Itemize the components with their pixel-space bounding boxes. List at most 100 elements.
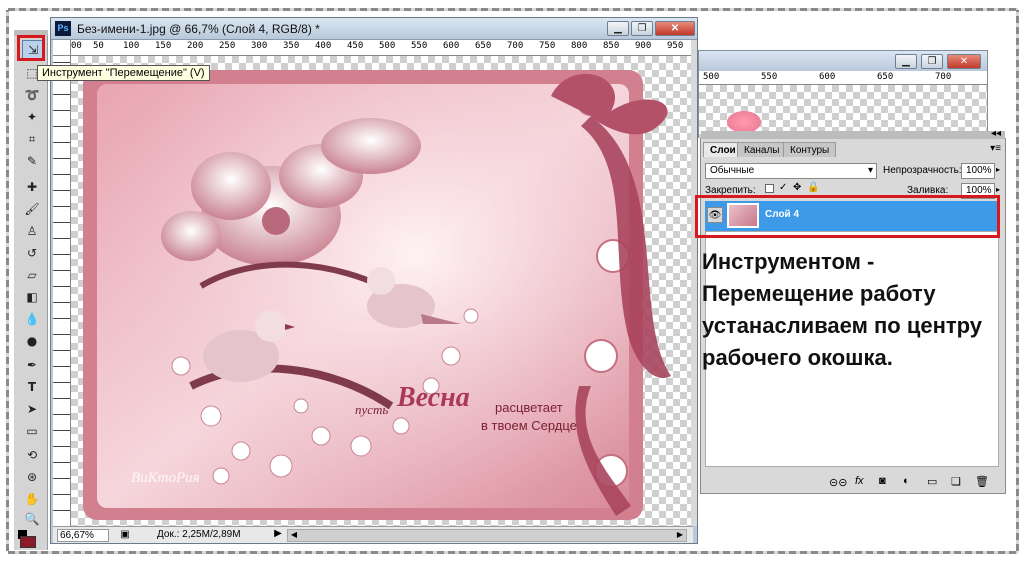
- back-ruler-label: 600: [819, 72, 836, 82]
- hand-tool-icon[interactable]: ✋: [22, 490, 42, 508]
- ruler-label: 450: [347, 41, 364, 51]
- canvas-text-word: Весна: [397, 382, 470, 413]
- brush-tool-icon[interactable]: 🖌: [22, 200, 42, 218]
- lock-position-icon[interactable]: ✥: [793, 182, 801, 193]
- status-menu-arrow-icon[interactable]: ▶: [271, 528, 285, 542]
- back-ruler-label: 650: [877, 72, 894, 82]
- type-tool-icon[interactable]: T: [22, 378, 42, 396]
- layer-style-icon[interactable]: fx: [855, 475, 864, 487]
- paint-bucket-tool-icon[interactable]: ◧: [22, 288, 42, 306]
- document-title: Без-имени-1.jpg @ 66,7% (Слой 4, RGB/8) …: [77, 22, 320, 36]
- panel-collapse-icon[interactable]: ◂◂: [991, 128, 1001, 139]
- crop-tool-icon[interactable]: ⌗: [22, 130, 42, 148]
- scroll-left-icon[interactable]: ◀: [288, 530, 300, 541]
- pen-tool-icon[interactable]: ✒: [22, 356, 42, 374]
- blend-mode-select[interactable]: Обычные ▾: [705, 163, 877, 179]
- dodge-tool-icon[interactable]: ●: [22, 332, 42, 350]
- back-ruler-label: 500: [703, 72, 720, 82]
- new-layer-icon[interactable]: ❏: [951, 475, 961, 488]
- close-button[interactable]: ✕: [655, 21, 695, 36]
- eraser-tool-icon[interactable]: ▱: [22, 266, 42, 284]
- rectangle-tool-icon[interactable]: ▭: [22, 422, 42, 440]
- path-selection-tool-icon[interactable]: ➤: [22, 400, 42, 418]
- document-window: Ps Без-имени-1.jpg @ 66,7% (Слой 4, RGB/…: [50, 17, 698, 544]
- status-info-icon[interactable]: ▣: [117, 529, 133, 542]
- tab-paths[interactable]: Контуры: [783, 142, 837, 157]
- link-layers-icon[interactable]: ⊝⊝: [829, 476, 847, 489]
- ruler-label: 550: [411, 41, 428, 51]
- lock-pixels-icon[interactable]: ✓: [779, 182, 787, 193]
- torn-edge-right: [1016, 10, 1019, 551]
- layers-footer: ⊝⊝ fx ◙ ◐ ▭ ❏ 🗑: [701, 473, 1005, 493]
- background-ruler: 500 550 600 650 700: [699, 71, 987, 85]
- foreground-color-swatch[interactable]: [20, 536, 36, 548]
- delete-layer-icon[interactable]: 🗑: [975, 475, 989, 488]
- ruler-label: 50: [93, 41, 104, 51]
- panel-menu-icon[interactable]: ▾≡: [990, 143, 1001, 154]
- document-size-info: Док.: 2,25M/2,89M: [157, 529, 241, 540]
- minimize-button[interactable]: ▁: [607, 21, 629, 36]
- ruler-vertical[interactable]: [53, 56, 71, 526]
- ruler-label: 00: [71, 41, 82, 51]
- horizontal-scrollbar[interactable]: ◀ ▶: [287, 529, 687, 542]
- background-restore-button[interactable]: ❐: [921, 54, 943, 69]
- 3d-rotate-tool-icon[interactable]: ⟲: [22, 446, 42, 464]
- zoom-field[interactable]: 66,67%: [57, 529, 109, 542]
- healing-brush-tool-icon[interactable]: ✚: [22, 178, 42, 196]
- artwork: [83, 70, 671, 520]
- document-canvas[interactable]: пусть Весна расцветает в твоем Сердце Ви…: [71, 56, 691, 526]
- layers-panel-header: ◂◂: [701, 128, 1005, 139]
- background-close-button[interactable]: ✕: [947, 54, 981, 69]
- ruler-label: 700: [507, 41, 524, 51]
- ruler-label: 900: [635, 41, 652, 51]
- ruler-corner[interactable]: [53, 40, 71, 56]
- photoshop-app-icon: Ps: [55, 21, 71, 36]
- new-group-icon[interactable]: ▭: [927, 475, 937, 488]
- lock-all-icon[interactable]: 🔒: [807, 182, 819, 193]
- background-window-titlebar: [699, 51, 987, 71]
- opacity-label: Непрозрачность:: [883, 165, 962, 176]
- ruler-label: 200: [187, 41, 204, 51]
- move-tool-highlight: [17, 35, 45, 61]
- tab-channels[interactable]: Каналы: [737, 142, 787, 157]
- fill-arrow-icon[interactable]: ▸: [996, 185, 1000, 194]
- layer-row-highlight: [695, 195, 1000, 238]
- ruler-label: 400: [315, 41, 332, 51]
- move-tool-tooltip: Инструмент "Перемещение" (V): [37, 65, 210, 81]
- opacity-field[interactable]: 100%: [961, 163, 995, 179]
- lasso-tool-icon[interactable]: ➰: [22, 86, 42, 104]
- ruler-label: 250: [219, 41, 236, 51]
- eyedropper-tool-icon[interactable]: ✎: [22, 152, 42, 170]
- ruler-label: 750: [539, 41, 556, 51]
- magic-wand-tool-icon[interactable]: ✦: [22, 108, 42, 126]
- opacity-arrow-icon[interactable]: ▸: [996, 165, 1000, 174]
- ruler-label: 500: [379, 41, 396, 51]
- canvas-text-line1: пусть: [355, 402, 389, 417]
- clone-stamp-tool-icon[interactable]: ♙: [22, 222, 42, 240]
- blend-mode-value: Обычные: [710, 165, 755, 176]
- background-flower-preview: [727, 111, 761, 133]
- document-titlebar[interactable]: Ps Без-имени-1.jpg @ 66,7% (Слой 4, RGB/…: [51, 18, 697, 40]
- ruler-horizontal[interactable]: 00 50 100 150 200 250 300 350 400 450 50…: [71, 40, 691, 56]
- signature-text: ВиКтоРия: [131, 470, 200, 486]
- ruler-label: 650: [475, 41, 492, 51]
- restore-button[interactable]: ❐: [631, 21, 653, 36]
- back-ruler-label: 700: [935, 72, 952, 82]
- scroll-right-icon[interactable]: ▶: [674, 530, 686, 541]
- canvas-text-line2: расцветает: [495, 400, 563, 415]
- adjustment-layer-icon[interactable]: ◐: [903, 475, 910, 487]
- back-ruler-label: 550: [761, 72, 778, 82]
- background-window: ▁ ❐ ✕ 500 550 600 650 700: [698, 50, 988, 138]
- zoom-tool-icon[interactable]: 🔍: [22, 510, 42, 528]
- history-brush-tool-icon[interactable]: ↺: [22, 244, 42, 262]
- 3d-orbit-tool-icon[interactable]: ⊛: [22, 468, 42, 486]
- ruler-label: 800: [571, 41, 588, 51]
- card-hole: [584, 339, 618, 373]
- blur-tool-icon[interactable]: 💧: [22, 310, 42, 328]
- layer-mask-icon[interactable]: ◙: [879, 475, 886, 487]
- canvas-text-line3: в твоем Сердце: [481, 418, 577, 433]
- background-minimize-button[interactable]: ▁: [895, 54, 917, 69]
- vertical-scrollbar[interactable]: [691, 40, 697, 526]
- ruler-label: 850: [603, 41, 620, 51]
- lock-transparent-icon[interactable]: [765, 184, 774, 193]
